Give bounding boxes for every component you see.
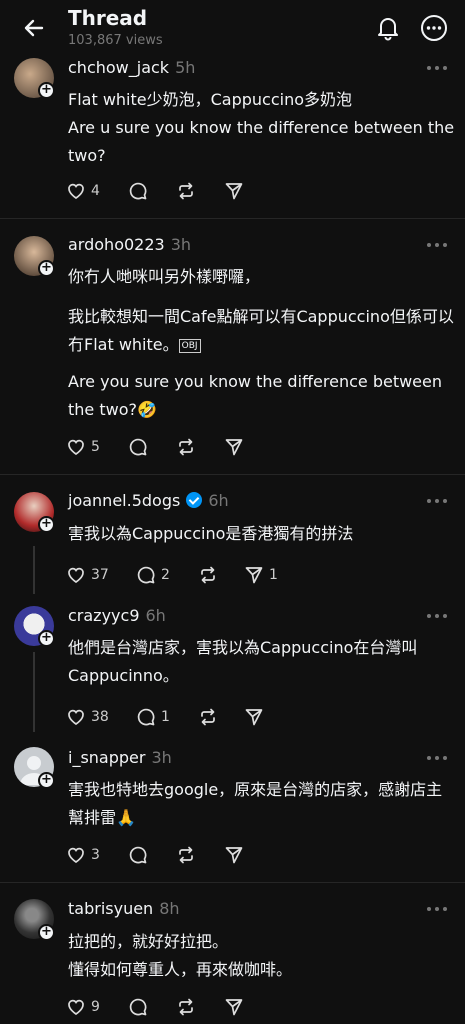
arrow-left-icon[interactable] — [22, 16, 46, 40]
header-bar: Thread 103,867 views — [0, 0, 465, 56]
repost-button[interactable] — [176, 996, 196, 1018]
follow-plus-icon[interactable]: + — [38, 924, 55, 941]
username-text[interactable]: tabrisyuen — [68, 899, 153, 918]
post-time: 8h — [159, 899, 180, 918]
action-bar: 9 — [66, 996, 326, 1018]
heart-icon — [68, 999, 84, 1016]
more-icon[interactable] — [426, 905, 448, 913]
repost-icon — [179, 998, 193, 1016]
post-username[interactable]: tabrisyuen 8h — [68, 899, 180, 918]
share-button[interactable] — [224, 996, 244, 1018]
reply-button[interactable] — [128, 996, 148, 1018]
bell-icon[interactable] — [374, 14, 402, 42]
send-icon — [225, 999, 243, 1016]
like-count: 9 — [91, 999, 100, 1015]
comment-icon — [129, 998, 147, 1016]
more-circle-icon[interactable] — [420, 14, 448, 42]
page-title: Thread — [68, 6, 148, 30]
view-count: 103,867 views — [68, 33, 163, 48]
post-text: 拉把的，就好好拉把。 懂得如何尊重人，再來做咖啡。 — [68, 932, 293, 979]
reply-post: + tabrisyuen 8h 拉把的，就好好拉把。 懂得如何尊重人，再來做咖啡。… — [0, 0, 465, 1024]
like-button[interactable]: 9 — [66, 996, 100, 1018]
